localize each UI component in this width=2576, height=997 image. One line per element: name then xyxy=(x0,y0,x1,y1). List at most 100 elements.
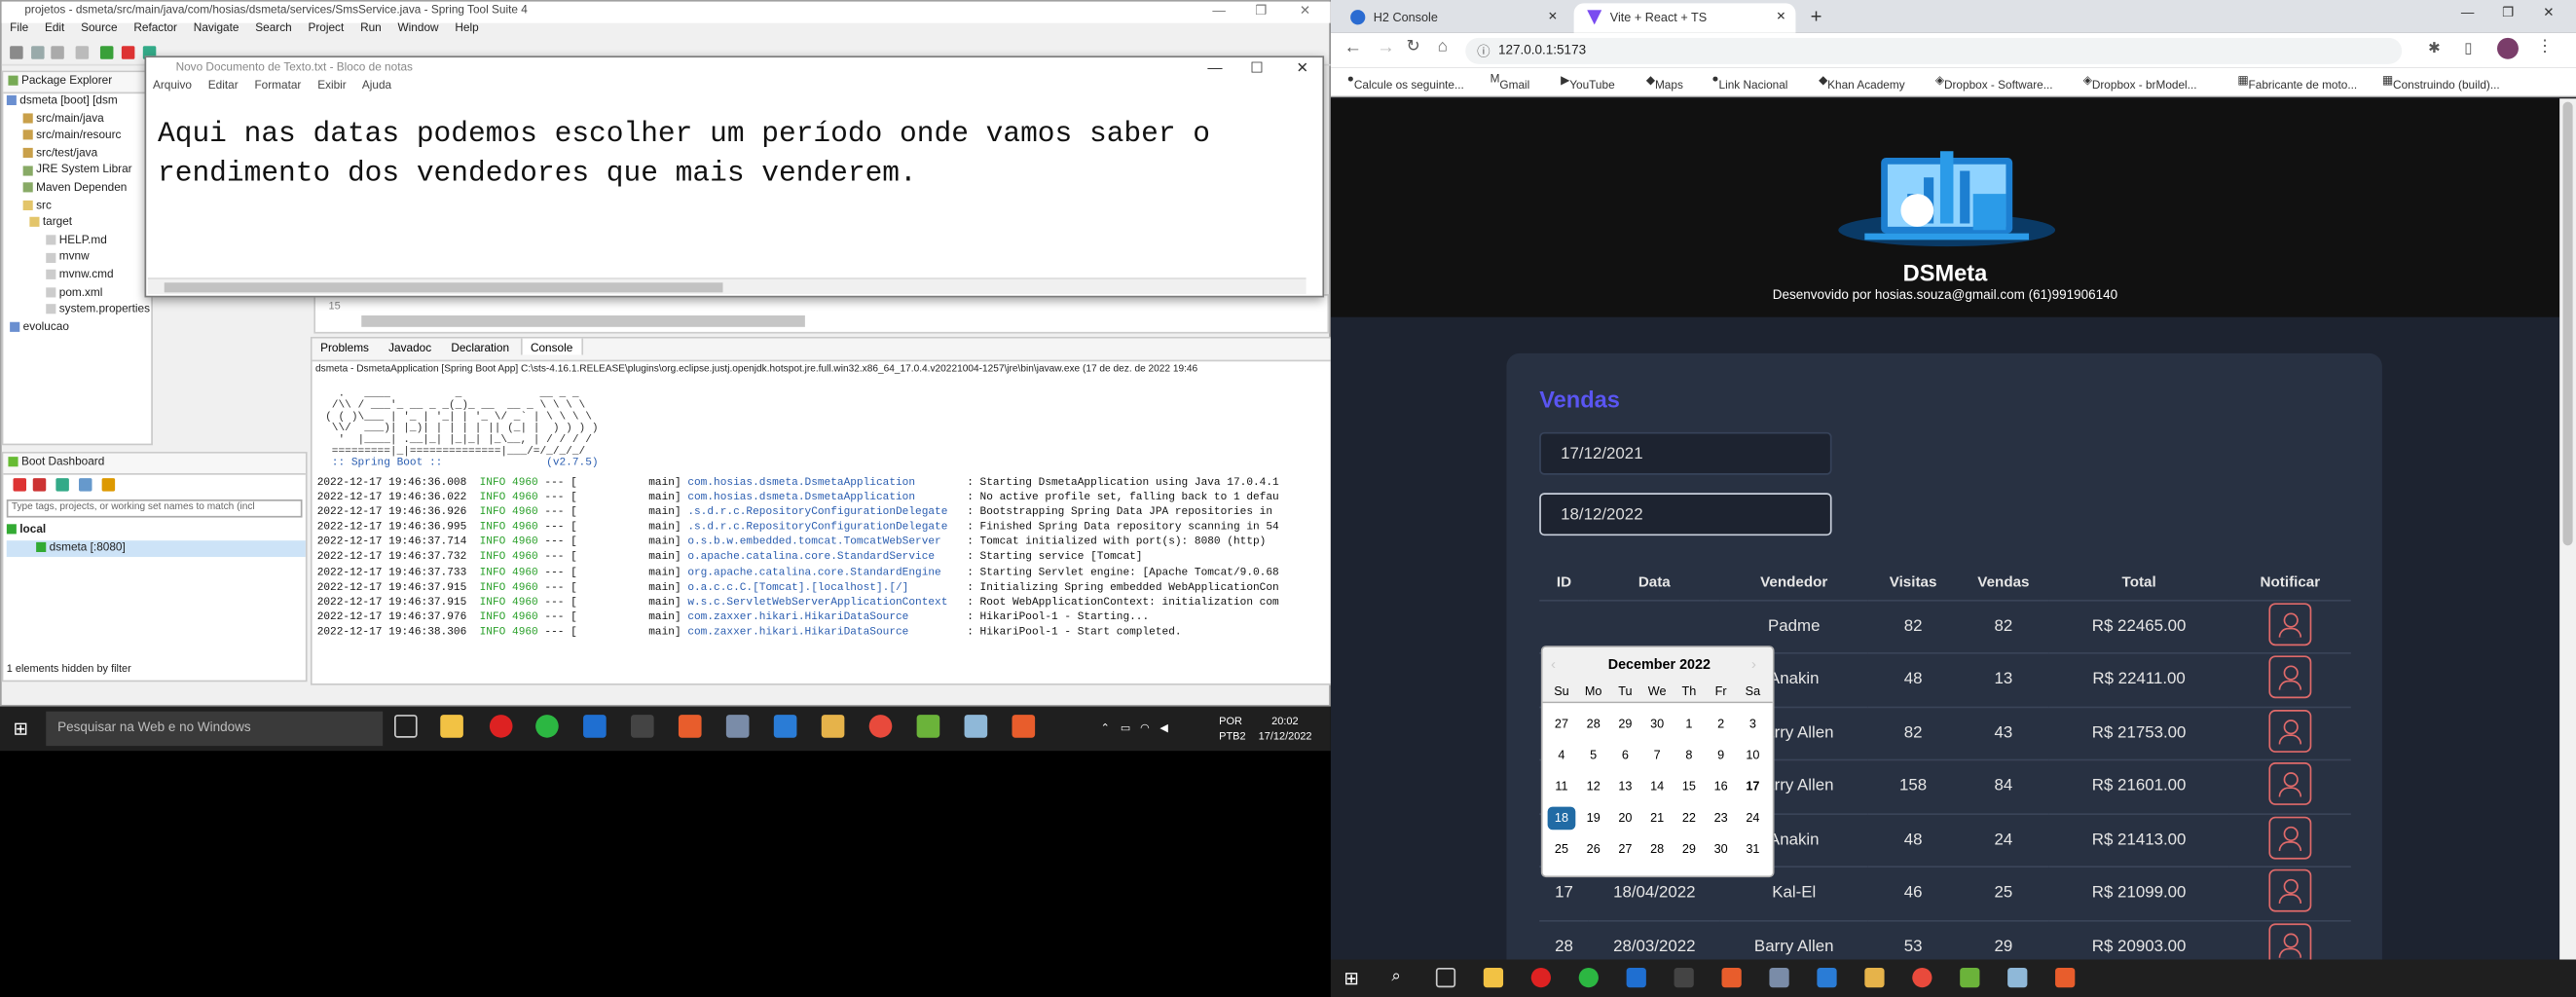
home-icon[interactable]: ⌂ xyxy=(1438,38,1448,56)
task-view-icon[interactable] xyxy=(1435,967,1456,988)
menu-formatar[interactable]: Formatar xyxy=(254,81,301,92)
git-icon[interactable] xyxy=(678,715,702,738)
datepicker-day[interactable]: 27 xyxy=(1611,841,1639,856)
save-icon[interactable] xyxy=(31,46,45,59)
clock-date[interactable]: 17/12/2022 xyxy=(1259,731,1312,743)
package-explorer-tab[interactable]: Package Explorer xyxy=(3,72,152,94)
windows-start-icon[interactable]: ⊞ xyxy=(14,718,29,739)
notepad-plus-icon[interactable] xyxy=(2007,967,2028,988)
tree-item-app[interactable]: dsmeta [:8080] xyxy=(6,539,306,558)
close-icon[interactable]: ✕ xyxy=(2543,5,2554,19)
spring-tool-suite-icon[interactable] xyxy=(916,715,940,738)
whatsapp-icon[interactable] xyxy=(535,715,559,738)
side-panel-icon[interactable]: ▯ xyxy=(2464,40,2472,58)
bookmark-item[interactable]: ◆ Khan Academy xyxy=(1819,74,1905,92)
print-icon[interactable] xyxy=(75,46,90,59)
tray-chevron-icon[interactable]: ⌃ xyxy=(1101,721,1110,735)
datepicker-day[interactable]: 21 xyxy=(1643,810,1672,825)
datepicker-day[interactable]: 28 xyxy=(1643,841,1672,856)
profile-avatar[interactable] xyxy=(2497,37,2519,59)
datepicker-day[interactable]: 16 xyxy=(1707,779,1735,794)
notify-button[interactable] xyxy=(2268,602,2312,646)
tree-item[interactable]: src xyxy=(7,198,152,215)
network-icon[interactable] xyxy=(725,715,750,738)
datepicker-day[interactable]: 10 xyxy=(1739,748,1767,762)
datepicker-day[interactable]: 14 xyxy=(1643,779,1672,794)
menu-search[interactable]: Search xyxy=(255,23,291,35)
datepicker-day[interactable]: 4 xyxy=(1548,748,1576,762)
minimize-icon[interactable]: — xyxy=(1212,3,1226,18)
notepad-app-icon[interactable] xyxy=(1626,967,1646,988)
site-info-icon[interactable]: ⓘ xyxy=(1477,43,1490,61)
tab-problems[interactable]: Problems xyxy=(313,339,378,355)
tree-item[interactable]: mvnw xyxy=(7,250,152,268)
notify-button[interactable] xyxy=(2268,762,2312,806)
bookmark-item[interactable]: ▦ Construindo (build)... xyxy=(2382,74,2500,92)
datepicker-day[interactable]: 22 xyxy=(1675,810,1704,825)
notify-button[interactable] xyxy=(2268,709,2312,753)
datepicker-day[interactable]: 31 xyxy=(1739,841,1767,856)
menu-edit[interactable]: Edit xyxy=(45,23,64,35)
menu-ajuda[interactable]: Ajuda xyxy=(362,81,391,92)
new-tab-icon[interactable]: + xyxy=(1811,5,1822,28)
language-label[interactable]: POR xyxy=(1219,717,1242,728)
file-explorer-icon[interactable] xyxy=(440,715,463,738)
datepicker-day[interactable]: 25 xyxy=(1548,841,1576,856)
search-icon[interactable]: ⌕ xyxy=(1391,968,1400,986)
close-icon[interactable]: ✕ xyxy=(1296,59,1308,78)
notepad-text-area[interactable]: Aqui nas datas podemos escolher um perío… xyxy=(158,115,1307,194)
git-bash-icon[interactable] xyxy=(2055,967,2076,988)
datepicker-day[interactable]: 11 xyxy=(1548,779,1576,794)
back-icon[interactable]: ← xyxy=(1343,38,1362,57)
bookmark-item[interactable]: ▦ Fabricante de moto... xyxy=(2237,74,2357,92)
store-icon[interactable] xyxy=(773,715,797,738)
tree-item[interactable]: HELP.md xyxy=(7,233,152,250)
menu-source[interactable]: Source xyxy=(81,23,117,35)
tree-item[interactable]: evolucao xyxy=(7,320,152,338)
windows-start-icon[interactable]: ⊞ xyxy=(1343,968,1359,989)
menu-kebab-icon[interactable]: ⋮ xyxy=(2537,38,2554,56)
windows-search-input[interactable]: Pesquisar na Web e no Windows xyxy=(46,711,384,747)
datepicker-day[interactable]: 29 xyxy=(1611,717,1639,731)
tree-item[interactable]: dsmeta [boot] [dsm xyxy=(6,93,152,111)
datepicker-day[interactable]: 8 xyxy=(1675,748,1704,762)
tab-declaration[interactable]: Declaration xyxy=(443,339,518,355)
new-icon[interactable] xyxy=(10,46,23,59)
datepicker-day[interactable]: 20 xyxy=(1611,810,1639,825)
menu-exibir[interactable]: Exibir xyxy=(317,81,347,92)
bookmark-item[interactable]: M Gmail xyxy=(1490,74,1530,92)
datepicker-day[interactable]: 28 xyxy=(1579,717,1607,731)
datepicker-day[interactable]: 15 xyxy=(1675,779,1704,794)
tree-item[interactable]: system.properties xyxy=(7,303,152,320)
extensions-icon[interactable]: ✱ xyxy=(2428,40,2441,58)
stop-icon[interactable] xyxy=(121,46,135,59)
tree-item[interactable]: src/main/resourc xyxy=(7,129,152,146)
terminal-icon[interactable] xyxy=(1674,967,1694,988)
bookmark-item[interactable]: ● Calcule os seguinte... xyxy=(1347,74,1464,92)
datepicker-day[interactable]: 29 xyxy=(1675,841,1704,856)
bookmark-item[interactable]: ▶ YouTube xyxy=(1561,74,1615,92)
minimize-icon[interactable]: — xyxy=(1207,59,1222,76)
tree-item[interactable]: target xyxy=(7,215,152,233)
spring-tool-suite-icon[interactable] xyxy=(1960,967,1980,988)
clock-time[interactable]: 20:02 xyxy=(1271,717,1298,728)
notify-button[interactable] xyxy=(2268,869,2312,912)
tree-item[interactable]: JRE System Librar xyxy=(7,164,152,181)
datepicker-day[interactable]: 3 xyxy=(1739,717,1767,731)
scroll-thumb[interactable] xyxy=(164,282,723,293)
maximize-icon[interactable]: ❐ xyxy=(2502,5,2514,19)
menu-refactor[interactable]: Refactor xyxy=(133,23,177,35)
forward-icon[interactable]: → xyxy=(1377,38,1395,57)
boot-dashboard-tab[interactable]: Boot Dashboard xyxy=(3,453,306,475)
date-min-input[interactable]: 17/12/2021 xyxy=(1539,431,1832,475)
address-bar[interactable]: ⓘ 127.0.0.1:5173 xyxy=(1465,37,2403,64)
menu-project[interactable]: Project xyxy=(308,23,344,35)
datepicker-day[interactable]: 6 xyxy=(1611,748,1639,762)
date-max-input[interactable]: 18/12/2022 xyxy=(1539,493,1832,536)
tab-vite-react[interactable]: Vite + React + TS ✕ xyxy=(1573,3,1796,33)
chrome-icon[interactable] xyxy=(868,715,893,738)
editor-hscroll[interactable] xyxy=(361,315,805,327)
notepad-app-icon[interactable] xyxy=(583,715,607,738)
close-icon[interactable]: ✕ xyxy=(1300,3,1310,18)
file-explorer-icon[interactable] xyxy=(1483,967,1504,988)
